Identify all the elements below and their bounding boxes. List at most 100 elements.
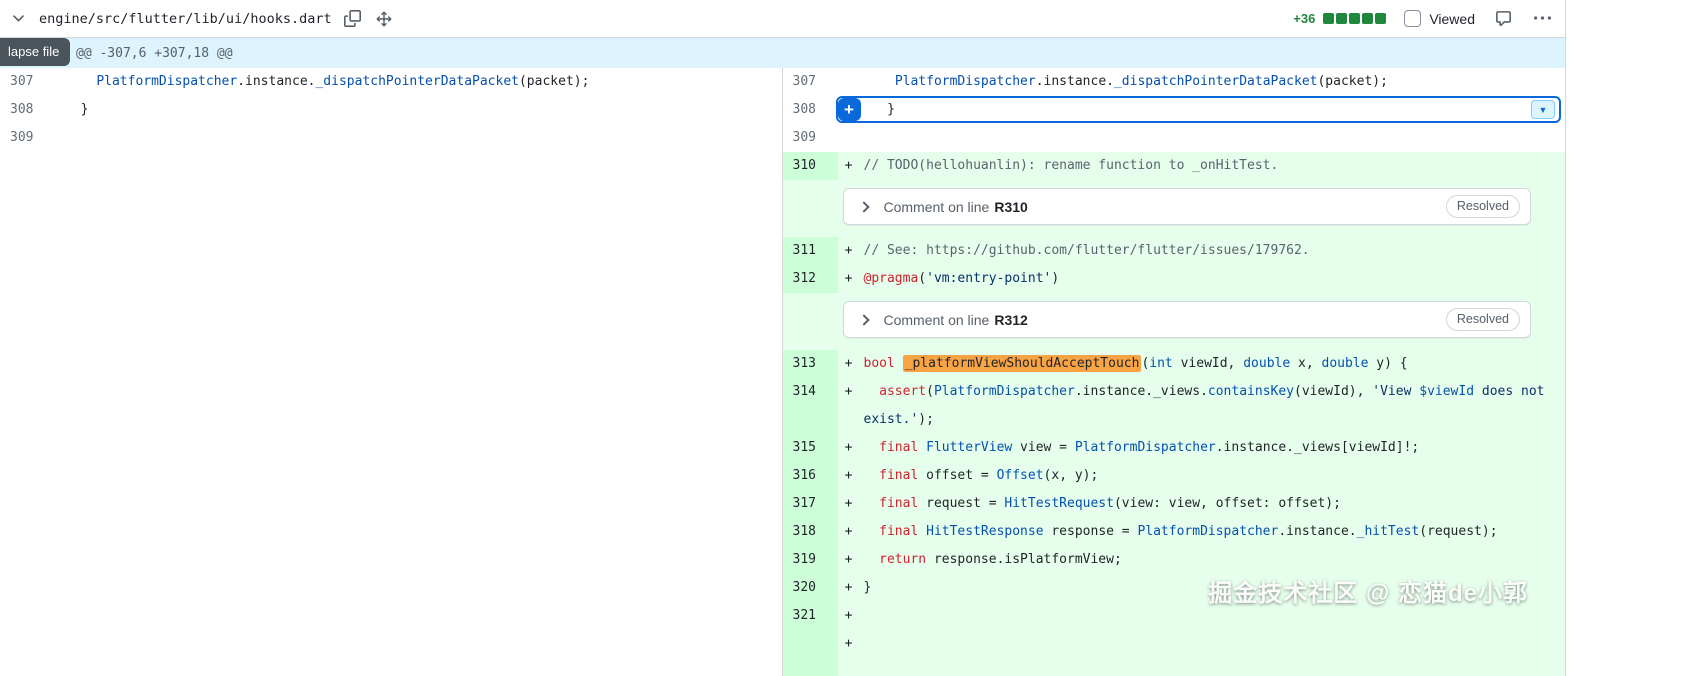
diff-row-added: 315+ final FlutterView view = PlatformDi… xyxy=(783,434,1566,462)
diffstat-block xyxy=(1323,13,1334,24)
diff-row-added: 317+ final request = HitTestRequest(view… xyxy=(783,490,1566,518)
code-line xyxy=(860,124,1566,152)
line-number[interactable]: 320 xyxy=(783,574,838,602)
diffstat-block xyxy=(1362,13,1373,24)
hunk-header-text: @@ -307,6 +307,18 @@ xyxy=(76,46,233,61)
comment-line-ref: R310 xyxy=(994,199,1027,215)
code-line: } xyxy=(872,96,895,123)
chevron-right-icon xyxy=(858,201,869,212)
code-line: @pragma('vm:entry-point') xyxy=(860,265,1566,293)
diff-row: 308 } xyxy=(0,96,782,124)
diff-row-added: 313+bool _platformViewShouldAcceptTouch(… xyxy=(783,350,1566,378)
code-line: bool _platformViewShouldAcceptTouch(int … xyxy=(860,350,1566,378)
diff-sign: + xyxy=(838,434,860,462)
comment-label: Comment on line xyxy=(884,199,990,215)
diff-sign: + xyxy=(838,462,860,490)
diff-sign: + xyxy=(838,152,860,180)
line-number[interactable]: 310 xyxy=(783,152,838,180)
diff-row: 307 PlatformDispatcher.instance._dispatc… xyxy=(0,68,782,96)
code-line: assert(PlatformDispatcher.instance._view… xyxy=(860,378,1566,434)
line-number[interactable]: 319 xyxy=(783,546,838,574)
code-line: } xyxy=(55,96,782,124)
line-number[interactable]: 307 xyxy=(783,68,838,96)
diff-row-added: 314+ assert(PlatformDispatcher.instance.… xyxy=(783,378,1566,434)
copy-path-icon[interactable] xyxy=(342,8,363,29)
diffstat-block xyxy=(1349,13,1360,24)
diff-sign: + xyxy=(838,574,860,602)
comment-target-line-box xyxy=(836,96,1562,123)
line-number[interactable]: 313 xyxy=(783,350,838,378)
line-number[interactable]: 316 xyxy=(783,462,838,490)
diff-row-added: 319+ return response.isPlatformView; xyxy=(783,546,1566,574)
code-line: final FlutterView view = PlatformDispatc… xyxy=(860,434,1566,462)
resolved-badge[interactable]: Resolved xyxy=(1446,195,1520,218)
diff-sign: + xyxy=(838,490,860,518)
diff-sign: + xyxy=(838,518,860,546)
diffstat-squares xyxy=(1323,13,1386,24)
chevron-right-icon xyxy=(858,314,869,325)
code-line: final HitTestResponse response = Platfor… xyxy=(860,518,1566,546)
viewed-checkbox[interactable] xyxy=(1404,10,1421,27)
diff-sign: + xyxy=(838,630,860,676)
file-path: engine/src/flutter/lib/ui/hooks.dart xyxy=(39,11,332,27)
line-number[interactable] xyxy=(783,630,838,676)
diff-row: 307 PlatformDispatcher.instance._dispatc… xyxy=(783,68,1566,96)
line-number[interactable]: 308 xyxy=(783,96,838,124)
collapse-file-tooltip: lapse file xyxy=(0,38,70,66)
diff-sign xyxy=(838,124,860,152)
line-number[interactable]: 312 xyxy=(783,265,838,293)
file-header: engine/src/flutter/lib/ui/hooks.dart +36… xyxy=(0,0,1565,38)
line-number[interactable]: 321 xyxy=(783,602,838,630)
hunk-header: @@ -307,6 +307,18 @@ xyxy=(0,38,1565,68)
code-line: PlatformDispatcher.instance._dispatchPoi… xyxy=(55,68,782,96)
line-number[interactable]: 317 xyxy=(783,490,838,518)
review-comment-row: Comment on lineR312 Resolved xyxy=(783,293,1566,350)
code-line: PlatformDispatcher.instance._dispatchPoi… xyxy=(860,68,1566,96)
diffstat: +36 xyxy=(1293,11,1386,26)
selected-line-wrap: + } ▼ xyxy=(838,96,1566,124)
line-number[interactable]: 315 xyxy=(783,434,838,462)
diff-sign xyxy=(838,68,860,96)
comment-icon[interactable] xyxy=(1493,8,1514,29)
watermark: 掘金技术社区 @ 恋猫de小郭 xyxy=(1208,573,1528,608)
viewed-toggle[interactable]: Viewed xyxy=(1404,10,1475,27)
file-header-actions: +36 Viewed xyxy=(1293,8,1553,29)
diff-sign: + xyxy=(838,237,860,265)
line-number[interactable]: 309 xyxy=(0,124,55,152)
line-number[interactable]: 314 xyxy=(783,378,838,434)
code-line: // See: https://github.com/flutter/flutt… xyxy=(860,237,1566,265)
collapsed-comment[interactable]: Comment on lineR312 Resolved xyxy=(843,301,1532,338)
diffstat-block xyxy=(1336,13,1347,24)
collapsed-comment[interactable]: Comment on lineR310 Resolved xyxy=(843,188,1532,225)
diff-sign: + xyxy=(838,265,860,293)
add-line-comment-button[interactable]: + xyxy=(838,98,861,121)
diff-sign: + xyxy=(838,546,860,574)
code-line: final offset = Offset(x, y); xyxy=(860,462,1566,490)
line-menu-caret-icon[interactable]: ▼ xyxy=(1531,100,1555,119)
comment-label: Comment on line xyxy=(884,312,990,328)
code-line xyxy=(55,124,782,152)
line-number[interactable]: 309 xyxy=(783,124,838,152)
line-number[interactable]: 307 xyxy=(0,68,55,96)
diff-row-added: 318+ final HitTestResponse response = Pl… xyxy=(783,518,1566,546)
pr-diff-page: engine/src/flutter/lib/ui/hooks.dart +36… xyxy=(0,0,1706,676)
diff-row: 309 xyxy=(783,124,1566,152)
comment-line-ref: R312 xyxy=(994,312,1027,328)
diff-sign: + xyxy=(838,602,860,630)
diff-row: 308+ } ▼ xyxy=(783,96,1566,124)
right-pane-added-fill: + xyxy=(783,630,1566,676)
line-number[interactable]: 308 xyxy=(0,96,55,124)
viewed-label: Viewed xyxy=(1429,11,1475,27)
drag-handle-icon[interactable] xyxy=(373,8,395,30)
code-line: // TODO(hellohuanlin): rename function t… xyxy=(860,152,1566,180)
collapse-file-chevron-icon[interactable] xyxy=(8,8,29,29)
diff-left-pane: 307 PlatformDispatcher.instance._dispatc… xyxy=(0,68,783,676)
line-number[interactable]: 311 xyxy=(783,237,838,265)
line-number[interactable]: 318 xyxy=(783,518,838,546)
diff-row: 309 xyxy=(0,124,782,152)
kebab-menu-icon[interactable] xyxy=(1532,8,1553,29)
diff-row-added: 312+@pragma('vm:entry-point') xyxy=(783,265,1566,293)
review-comment-row: Comment on lineR310 Resolved xyxy=(783,180,1566,237)
resolved-badge[interactable]: Resolved xyxy=(1446,308,1520,331)
diff-row-added: 310+// TODO(hellohuanlin): rename functi… xyxy=(783,152,1566,180)
